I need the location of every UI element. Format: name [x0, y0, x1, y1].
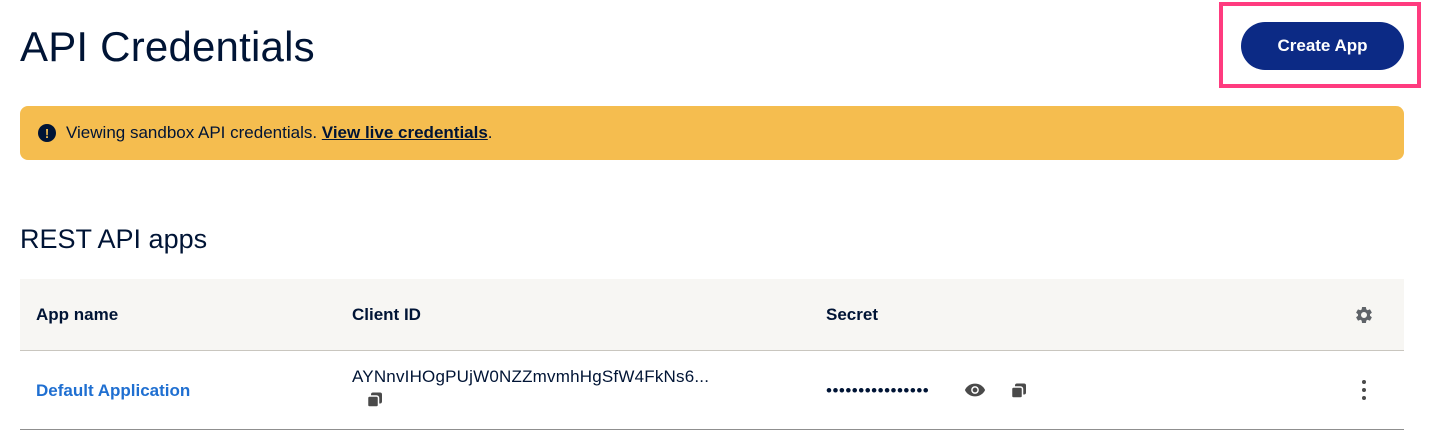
gear-icon[interactable]: [1354, 305, 1374, 325]
column-header-secret: Secret: [826, 305, 878, 324]
page-title: API Credentials: [20, 23, 315, 70]
table-row: Default Application AYNnvIHOgPUjW0NZZmvm…: [20, 351, 1404, 430]
app-name-link[interactable]: Default Application: [36, 381, 190, 401]
rest-api-apps-heading: REST API apps: [20, 224, 208, 254]
create-app-button[interactable]: Create App: [1241, 22, 1404, 70]
view-live-credentials-link[interactable]: View live credentials: [322, 123, 488, 143]
column-header-client-id: Client ID: [352, 305, 421, 324]
column-header-app-name: App name: [36, 305, 119, 324]
secret-masked-value: ••••••••••••••••: [826, 381, 930, 400]
client-id-value: AYNnvIHOgPUjW0NZZmvmhHgSfW4FkNs6...: [352, 367, 710, 386]
exclamation-circle-icon: !: [38, 124, 56, 142]
more-options-icon[interactable]: [1354, 378, 1374, 402]
apps-table-header: App name Client ID Secret: [20, 279, 1404, 351]
copy-client-id-icon[interactable]: [366, 391, 384, 409]
banner-suffix: .: [487, 123, 493, 142]
banner-text: Viewing sandbox API credentials.: [66, 123, 322, 142]
sandbox-warning-banner: ! Viewing sandbox API credentials. View …: [20, 106, 1404, 160]
eye-icon[interactable]: [964, 382, 986, 398]
copy-secret-icon[interactable]: [1010, 382, 1028, 400]
